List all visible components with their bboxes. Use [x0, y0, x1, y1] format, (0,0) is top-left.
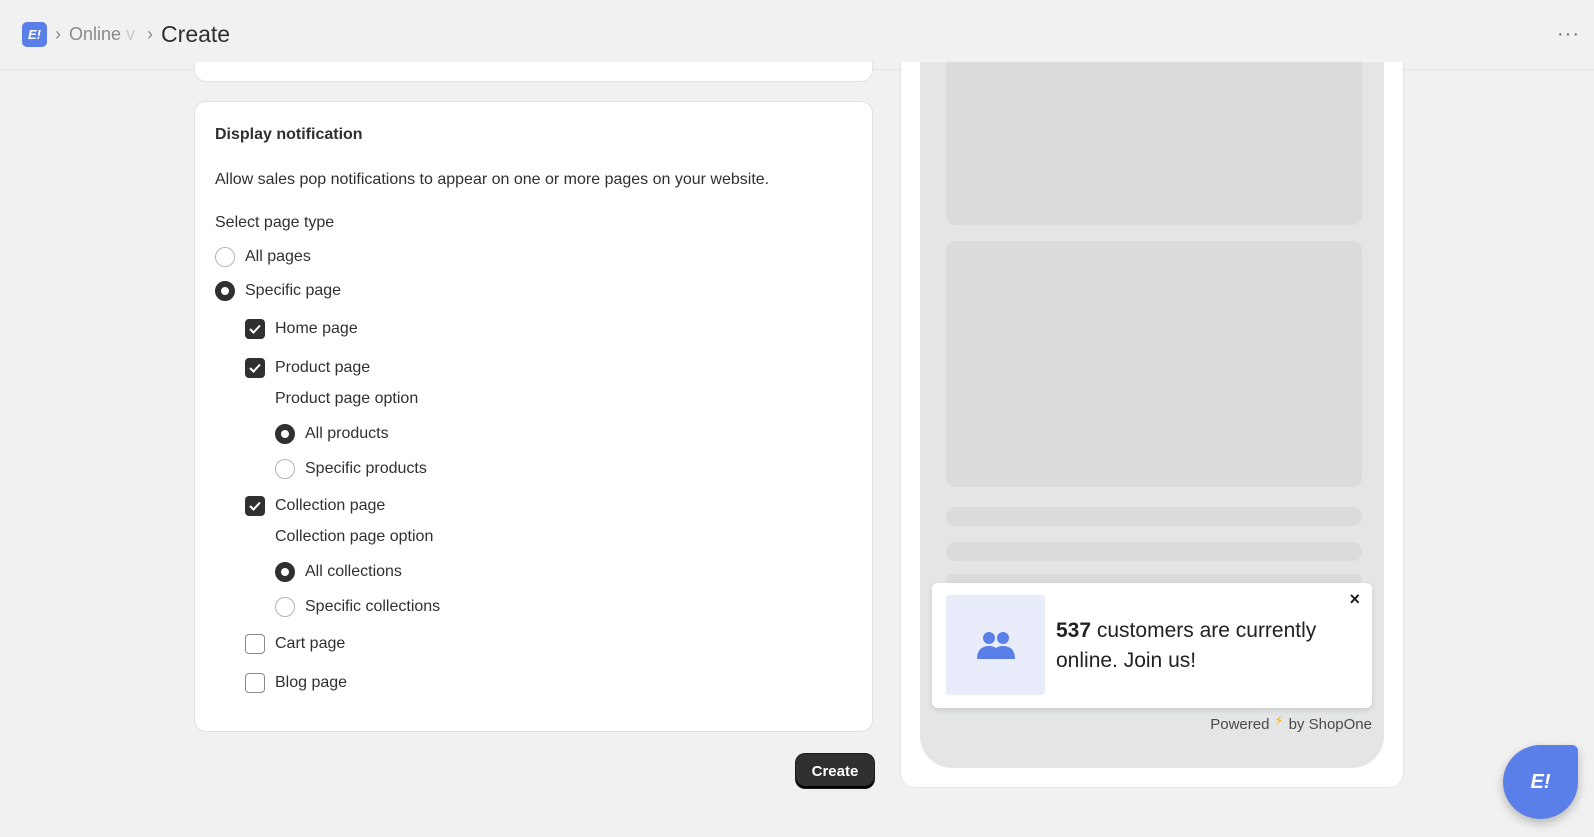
checkbox-product-page[interactable]: Product page [245, 358, 370, 378]
top-bar: E! › Online v › Create ··· [0, 0, 1594, 70]
checkmark-icon[interactable] [245, 358, 265, 378]
radio-all-pages[interactable]: All pages [215, 247, 311, 267]
checkmark-icon[interactable] [245, 496, 265, 516]
checkbox-label: Collection page [275, 497, 386, 514]
powered-by: Powered ⚡ by ShopOne [1210, 712, 1372, 734]
radio-specific-products[interactable]: Specific products [275, 459, 427, 479]
checkbox-icon[interactable] [245, 673, 265, 693]
popup-message: 537 customers are currently online. Join… [1056, 619, 1317, 672]
breadcrumb-link[interactable]: Online v [69, 24, 135, 45]
app-logo-icon[interactable]: E! [22, 22, 47, 47]
checkbox-label: Product page [275, 359, 371, 376]
create-button[interactable]: Create [796, 754, 874, 788]
app-chat-fab[interactable]: E! [1503, 745, 1578, 819]
radio-all-products[interactable]: All products [275, 424, 389, 444]
radio-all-collections[interactable]: All collections [275, 562, 402, 582]
radio-icon[interactable] [275, 562, 295, 582]
radio-label: All collections [305, 563, 402, 580]
checkbox-cart-page[interactable]: Cart page [245, 634, 345, 654]
breadcrumb-chevron-icon: › [55, 24, 61, 44]
bolt-icon: ⚡ [1274, 712, 1284, 728]
placeholder-block [946, 241, 1362, 487]
placeholder-line [946, 542, 1362, 561]
checkbox-label: Cart page [275, 635, 346, 652]
placeholder-line [946, 507, 1362, 526]
product-page-option-label: Product page option [275, 390, 419, 407]
radio-icon[interactable] [275, 459, 295, 479]
users-icon [946, 595, 1045, 695]
checkmark-icon[interactable] [245, 319, 265, 339]
checkbox-blog-page[interactable]: Blog page [245, 673, 347, 693]
close-icon[interactable]: × [1349, 589, 1360, 610]
radio-specific-collections[interactable]: Specific collections [275, 597, 440, 617]
placeholder-block [946, 62, 1362, 225]
radio-icon[interactable] [215, 281, 235, 301]
radio-specific-page[interactable]: Specific page [215, 281, 341, 301]
radio-label: All products [305, 425, 389, 442]
radio-label: Specific collections [305, 598, 441, 615]
more-actions-icon[interactable]: ··· [1557, 24, 1580, 44]
breadcrumb-chevron-icon: › [147, 24, 154, 44]
page-title: Create [161, 21, 231, 47]
powered-suffix: by ShopOne [1288, 716, 1372, 733]
card-title: Display notification [215, 126, 363, 143]
collection-page-option-label: Collection page option [275, 528, 434, 545]
select-page-type-label: Select page type [215, 214, 335, 231]
previous-card [194, 62, 873, 82]
checkbox-home-page[interactable]: Home page [245, 319, 358, 339]
radio-icon[interactable] [275, 597, 295, 617]
radio-icon[interactable] [275, 424, 295, 444]
display-notification-card: Display notification Allow sales pop not… [194, 101, 873, 732]
checkbox-label: Blog page [275, 674, 348, 691]
radio-label: All pages [245, 248, 311, 265]
sales-pop-notification[interactable]: 537 customers are currently online. Join… [932, 583, 1372, 708]
checkbox-collection-page[interactable]: Collection page [245, 496, 385, 516]
checkbox-label: Home page [275, 320, 358, 337]
powered-prefix: Powered [1210, 716, 1270, 733]
radio-icon[interactable] [215, 247, 235, 267]
checkbox-icon[interactable] [245, 634, 265, 654]
radio-label: Specific products [305, 460, 427, 477]
card-description: Allow sales pop notifications to appear … [215, 171, 770, 188]
radio-label: Specific page [245, 282, 342, 299]
